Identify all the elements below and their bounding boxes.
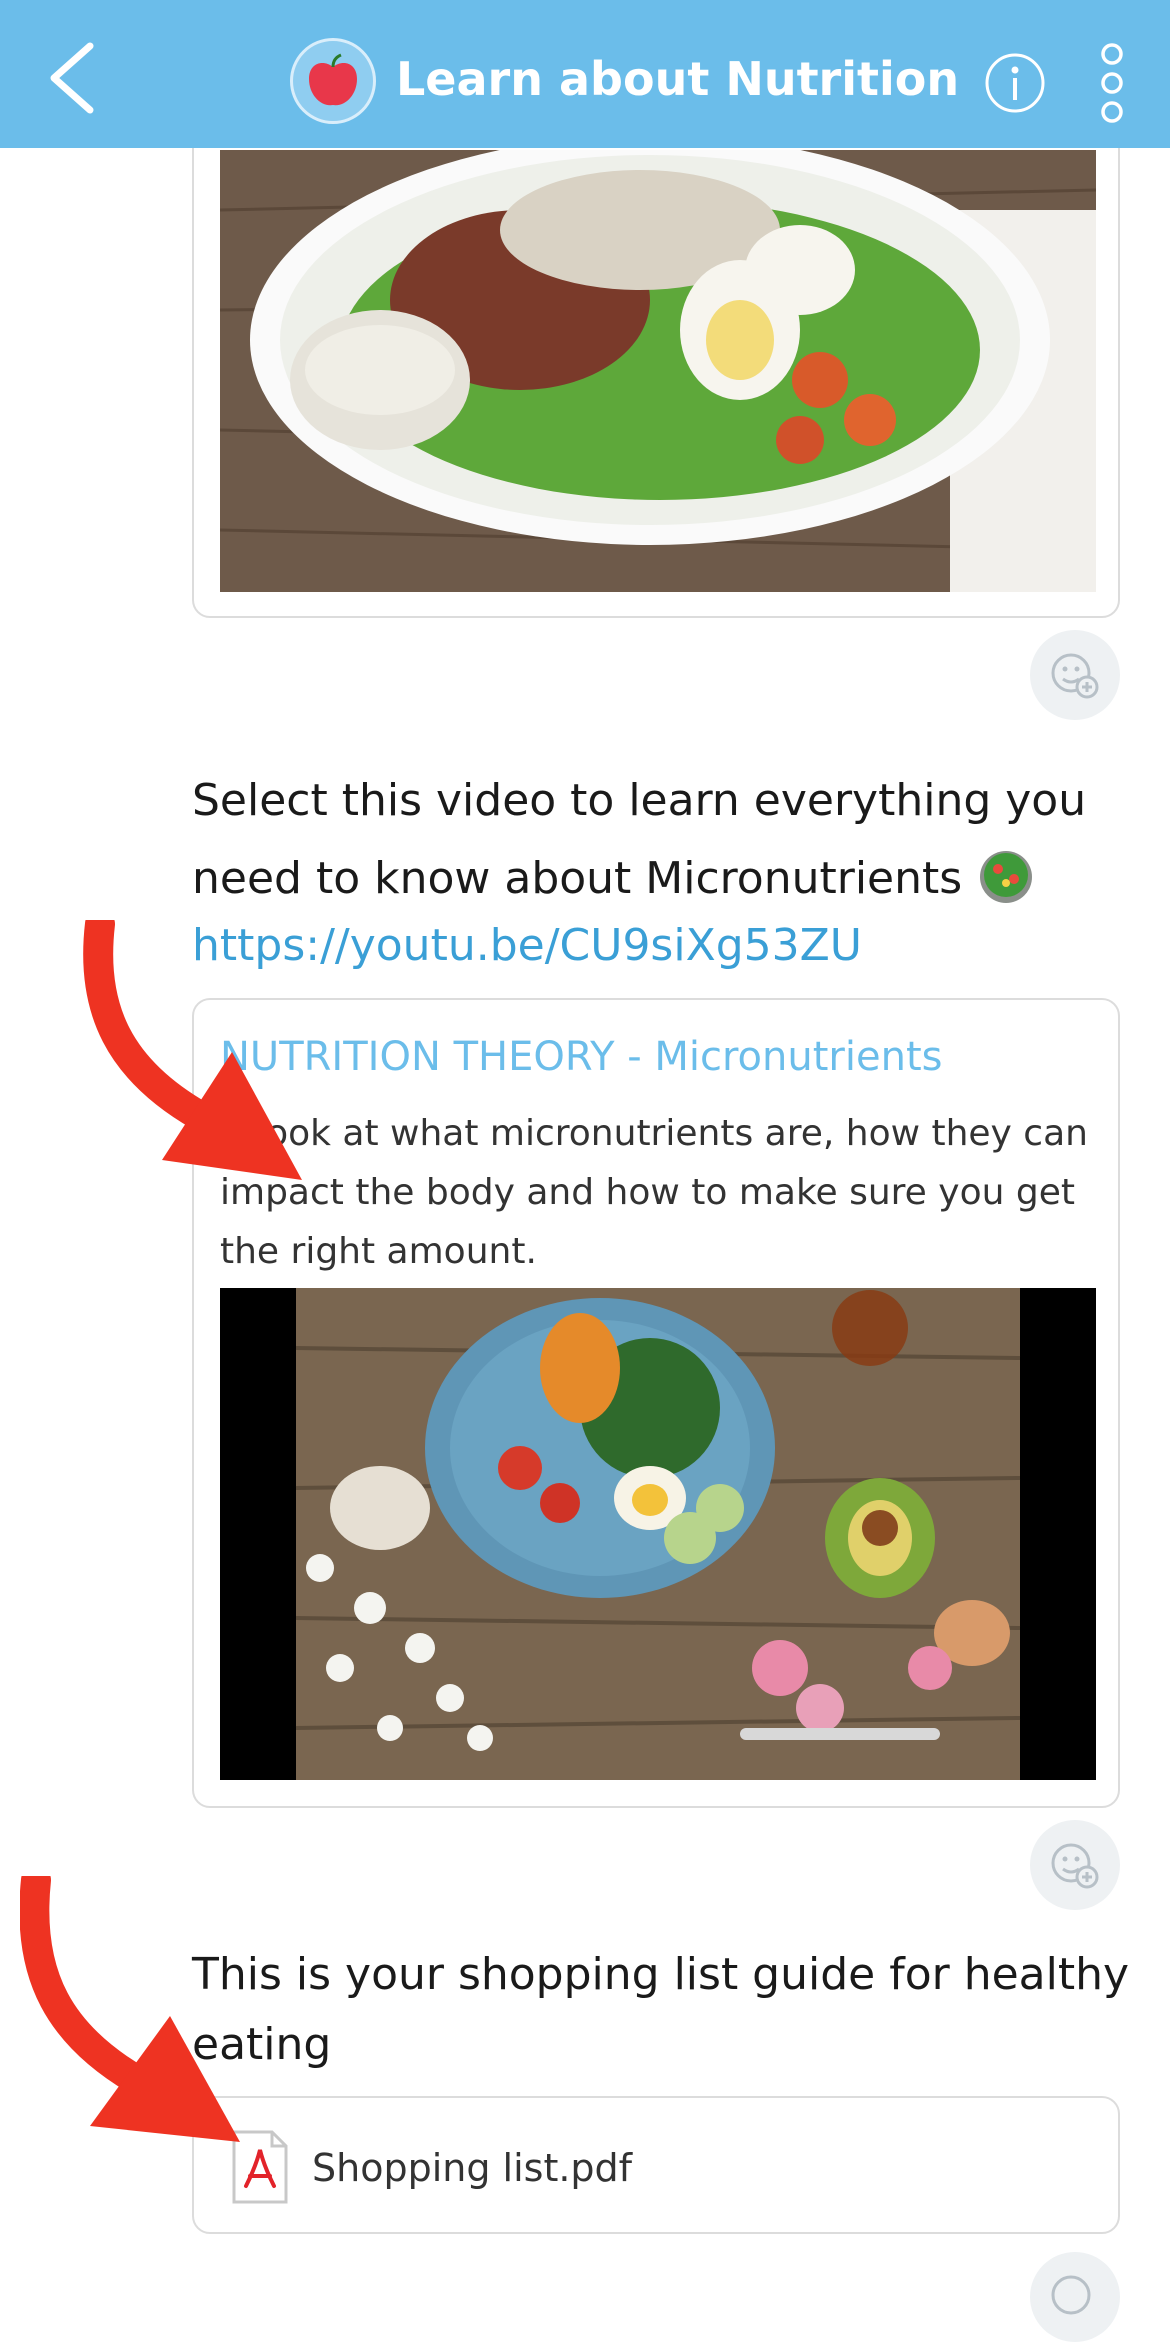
annotation-arrow <box>20 1876 240 2142</box>
salad-emoji <box>980 851 1033 903</box>
back-button[interactable] <box>40 38 112 118</box>
preview-description: A look at what micronutrients are, how t… <box>220 1113 1088 1272</box>
add-reaction-button[interactable] <box>1030 2252 1120 2342</box>
info-icon <box>985 53 1045 113</box>
app-header: Learn about Nutrition <box>0 0 1170 148</box>
apple-icon <box>309 53 357 106</box>
preview-title[interactable]: NUTRITION THEORY - Micronutrients <box>220 1034 942 1080</box>
file-attachment[interactable]: Shopping list.pdf <box>192 2096 1120 2234</box>
file-name[interactable]: Shopping list.pdf <box>312 2146 632 2190</box>
add-reaction-icon <box>1051 653 1099 699</box>
chevron-left-icon <box>50 42 94 114</box>
add-reaction-button[interactable] <box>1030 1820 1120 1910</box>
add-reaction-button[interactable] <box>1030 630 1120 720</box>
annotation-arrow <box>83 920 302 1180</box>
page-title: Learn about Nutrition <box>396 52 960 106</box>
message-text: Select this video to learn everything yo… <box>192 775 1087 904</box>
more-vertical-icon <box>1101 43 1123 123</box>
salad-photo[interactable] <box>220 150 1096 592</box>
info-button[interactable] <box>984 52 1046 114</box>
link-preview-card[interactable]: NUTRITION THEORY - Micronutrients A look… <box>192 998 1120 1808</box>
add-reaction-icon <box>1051 1843 1099 1889</box>
avatar[interactable] <box>290 38 376 124</box>
message-text: This is your shopping list guide for hea… <box>192 1949 1130 2070</box>
video-thumbnail[interactable] <box>220 1288 1096 1780</box>
image-message-card[interactable] <box>192 120 1120 618</box>
more-options-button[interactable] <box>1096 40 1128 126</box>
